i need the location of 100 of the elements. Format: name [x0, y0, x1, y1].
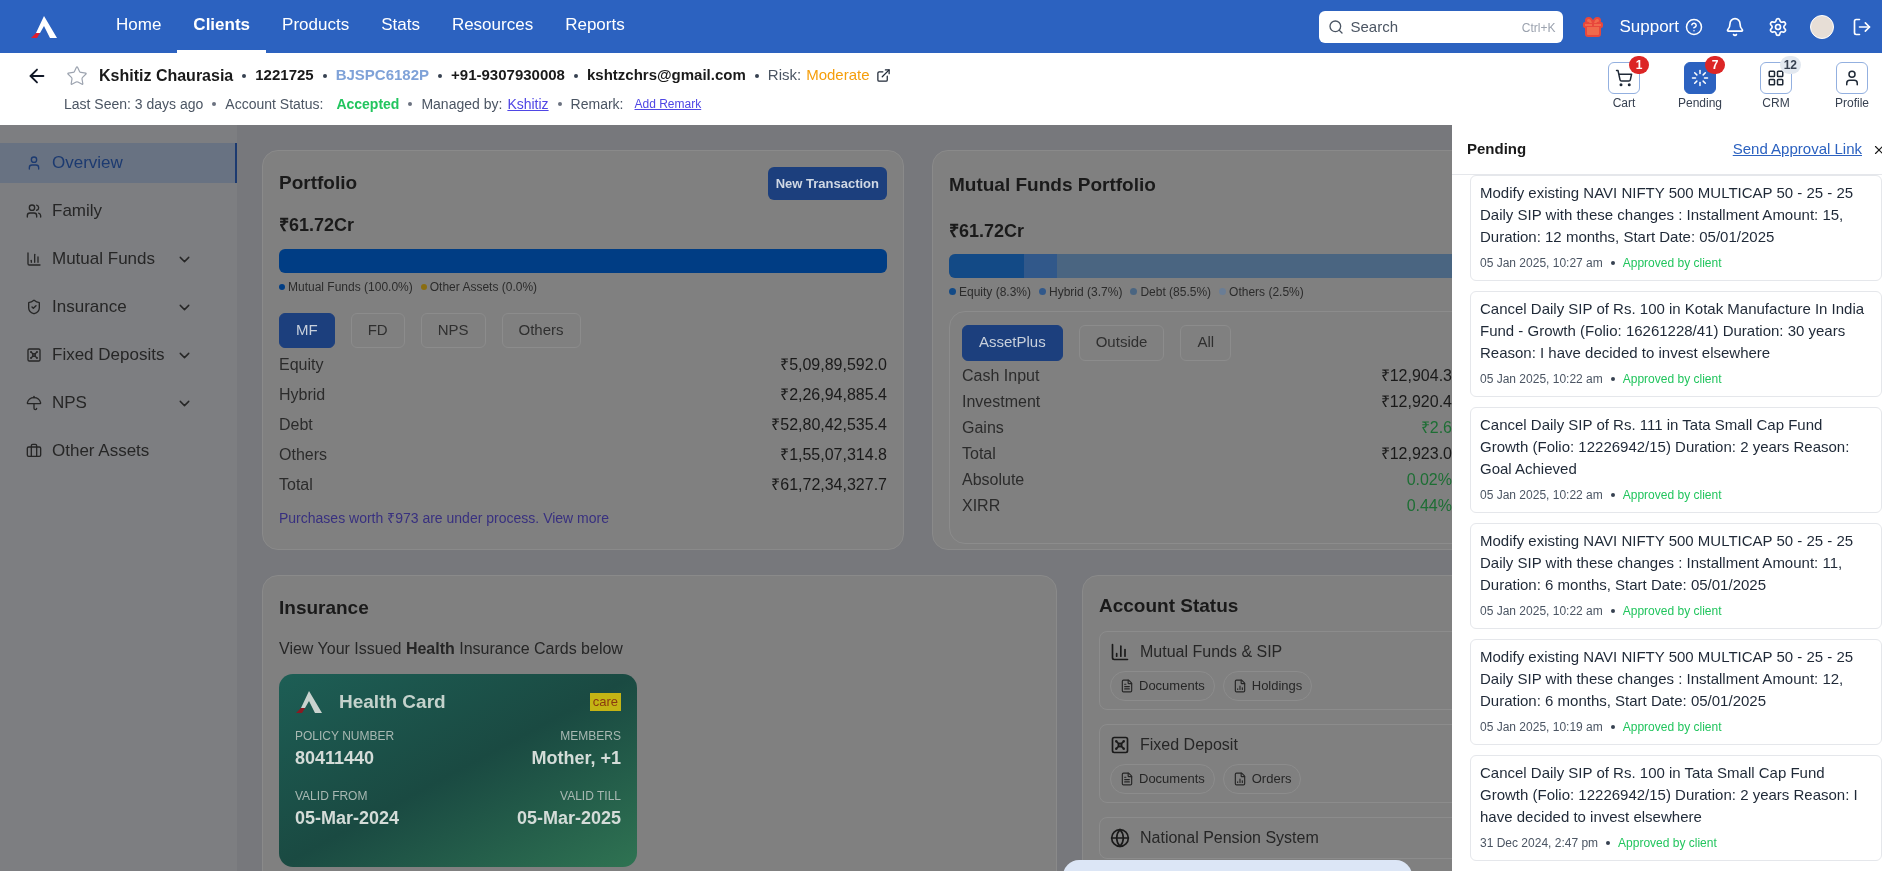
request-text: Cancel Daily SIP of Rs. 100 in Tata Small Cap Fund Growth (Folio: 12226942/15) Duration: 2 years Reason: I have decided to invest elsewhere	[1480, 763, 1859, 827]
card-title: Mutual Funds Portfolio	[949, 173, 1156, 197]
row-label: Total	[962, 443, 996, 464]
settings-icon[interactable]	[1768, 16, 1788, 37]
asset-tab[interactable]: FD	[350, 313, 405, 348]
row-value: ₹61,72,34,327.7	[771, 475, 887, 495]
risk-label: Risk:	[767, 65, 802, 86]
row-value: 0.44%	[1406, 495, 1452, 516]
nav-tab[interactable]: Stats	[365, 0, 436, 53]
request-time: 05 Jan 2025, 10:22 am	[1480, 603, 1603, 620]
request-time: 05 Jan 2025, 10:19 am	[1480, 719, 1603, 736]
source-tab[interactable]: AssetPlus	[962, 324, 1063, 361]
quick-action-button[interactable]: Profile	[1824, 54, 1880, 111]
row-label: Gains	[962, 417, 1004, 438]
help-icon	[1685, 17, 1703, 36]
logout-icon[interactable]	[1852, 16, 1872, 37]
avatar[interactable]	[1810, 14, 1834, 39]
policy-number: 80411440	[295, 747, 376, 770]
section-title: National Pension System	[1140, 827, 1319, 848]
legend-label: Others (2.5%)	[1229, 283, 1304, 301]
cart-icon	[1615, 69, 1633, 87]
manager-link[interactable]: Kshitiz	[507, 93, 549, 115]
send-approval-link[interactable]: Send Approval Link	[1732, 138, 1862, 161]
risk-level: Moderate	[806, 65, 870, 86]
support-button[interactable]: Support	[1619, 13, 1703, 40]
source-tab[interactable]: All	[1180, 324, 1232, 361]
loader-icon	[1691, 69, 1709, 87]
row-value: ₹52,80,42,535.4	[771, 415, 887, 435]
count-badge: 7	[1705, 56, 1725, 74]
chart-file-icon	[1232, 771, 1247, 786]
valid-from-date: 05-Mar-2024	[295, 807, 400, 830]
asset-tab[interactable]: Others	[501, 313, 581, 348]
nav-tab[interactable]: Home	[100, 0, 178, 53]
card-title: Account Status	[1099, 594, 1239, 618]
insurer-logo: care	[589, 692, 621, 711]
phone-number: +91-9307930008	[451, 65, 565, 86]
logo[interactable]	[295, 689, 323, 714]
notification-icon[interactable]	[1725, 16, 1745, 37]
request-text: Modify existing NAVI NIFTY 500 MULTICAP 50 - 25 - 25 Daily SIP with these changes : Installment Amount: 15, Duration: 12 months, Start Date: 05/01/2025	[1480, 183, 1855, 247]
pan-number: BJSPC6182P	[335, 65, 430, 86]
nav-tab[interactable]: Resources	[435, 0, 550, 53]
remark-label: Remark:	[570, 94, 624, 114]
count-badge: 1	[1629, 56, 1649, 74]
client-name: Kshitiz Chaurasia	[99, 65, 234, 86]
row-value: ₹12,920.4	[1380, 391, 1452, 412]
field-label: POLICY NUMBER	[295, 728, 395, 745]
drawer-title: Pending	[1467, 139, 1528, 160]
request-text: Cancel Daily SIP of Rs. 100 in Kotak Manufacture In India Fund - Growth (Folio: 16261228/41) Duration: 30 years Reason: I have decided to invest elsewhere	[1480, 299, 1866, 363]
approval-status: Approved by client	[1618, 835, 1717, 852]
field-label: VALID FROM	[295, 788, 369, 805]
sidebar-item[interactable]: NPS	[0, 383, 237, 423]
members: Mother, +1	[531, 747, 621, 770]
bar-chart-icon	[1110, 641, 1130, 662]
approval-status: Approved by client	[1622, 255, 1722, 272]
row-label: Hybrid	[279, 385, 326, 405]
request-text: Cancel Daily SIP of Rs. 111 in Tata Small Cap Fund Growth (Folio: 12226942/15) Duration: 2 years Reason: Goal Achieved	[1480, 415, 1851, 479]
row-label: XIRR	[962, 495, 1001, 516]
umbrella-icon	[26, 395, 42, 411]
row-value: ₹1,55,07,314.8	[780, 445, 887, 465]
count-badge: 12	[1779, 56, 1801, 74]
valid-till-date: 05-Mar-2025	[516, 807, 621, 830]
sidebar-item[interactable]: Fixed Deposits	[0, 335, 237, 375]
row-value: ₹12,904.3	[1380, 365, 1452, 386]
add-remark-link[interactable]: Add Remark	[634, 95, 702, 113]
sidebar-item[interactable]: Other Assets	[0, 431, 237, 471]
row-value: 0.02%	[1406, 469, 1452, 490]
approval-status: Approved by client	[1622, 603, 1722, 620]
quick-action-button[interactable]: 7 Pending	[1672, 54, 1728, 111]
manager-label: Managed by:	[421, 94, 503, 114]
legend-label: Hybrid (3.7%)	[1049, 283, 1123, 301]
logo[interactable]	[30, 14, 58, 39]
quick-action-button[interactable]: 12 CRM	[1748, 54, 1804, 111]
chart-file-icon	[1232, 678, 1247, 693]
grid-icon	[1767, 69, 1785, 87]
nav-tab[interactable]: Reports	[549, 0, 641, 53]
approval-status: Approved by client	[1622, 371, 1722, 388]
request-text: Modify existing NAVI NIFTY 500 MULTICAP 50 - 25 - 25 Daily SIP with these changes : Installment Amount: 12, Duration: 6 months, Start Date: 05/01/2025	[1480, 647, 1855, 711]
sidebar-item[interactable]: Insurance	[0, 287, 237, 327]
asset-tab[interactable]: NPS	[420, 313, 486, 348]
row-label: Equity	[279, 355, 324, 375]
asset-tab[interactable]: MF	[279, 313, 335, 348]
health-card-title: Health Card	[339, 689, 446, 714]
section-title: Mutual Funds & SIP	[1140, 641, 1283, 662]
sidebar-item[interactable]: Mutual Funds	[0, 239, 237, 279]
row-label: Total	[279, 475, 313, 495]
new-transaction-button[interactable]: New Transaction	[767, 167, 887, 200]
row-label: Absolute	[962, 469, 1025, 490]
portfolio-total: ₹61.72Cr	[949, 219, 1025, 243]
row-value: ₹12,923.0	[1380, 443, 1452, 464]
portfolio-total: ₹61.72Cr	[279, 214, 355, 237]
section-title: Fixed Deposit	[1140, 734, 1238, 755]
request-time: 05 Jan 2025, 10:27 am	[1480, 255, 1603, 272]
sidebar-item[interactable]: Family	[0, 191, 237, 231]
source-tab[interactable]: Outside	[1078, 324, 1165, 361]
last-seen: Last Seen: 3 days ago	[64, 94, 204, 114]
star-icon[interactable]	[66, 64, 88, 87]
quick-action-button[interactable]: 1 Cart	[1596, 54, 1652, 111]
external-link-icon[interactable]	[875, 68, 891, 83]
nav-tab[interactable]: Products	[266, 0, 366, 53]
briefcase-icon	[26, 443, 42, 459]
